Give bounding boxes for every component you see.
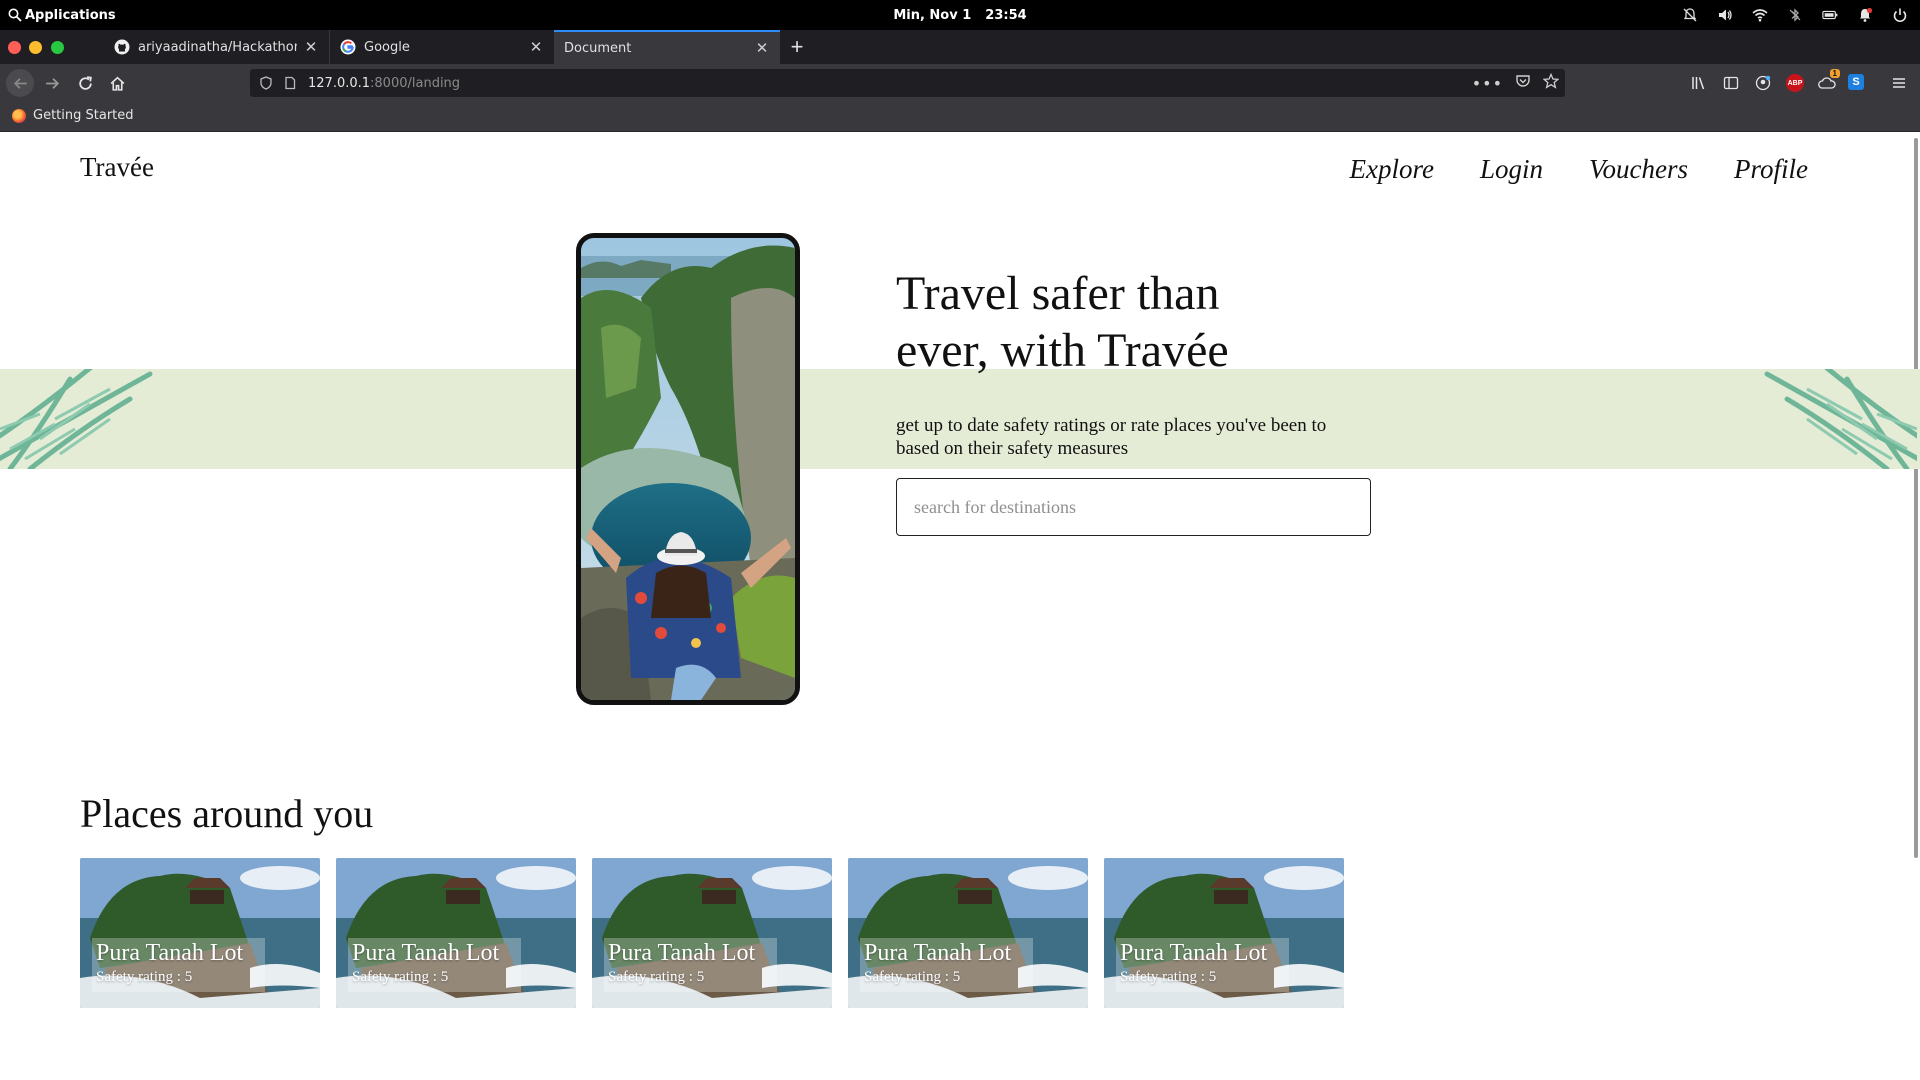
page-scrollbar[interactable] [1914, 138, 1918, 858]
bookmark-label: Getting Started [33, 108, 134, 123]
github-icon [114, 39, 130, 55]
arrow-left-icon [13, 77, 27, 89]
place-card[interactable]: Pura Tanah Lot Safety rating : 5 [848, 858, 1088, 1008]
library-icon[interactable] [1690, 74, 1708, 92]
address-bar[interactable]: 127.0.0.1:8000/landing ••• [250, 69, 1565, 97]
notifications-off-icon[interactable] [1680, 5, 1700, 25]
wifi-icon[interactable] [1750, 5, 1770, 25]
url-path: :8000/landing [370, 75, 461, 91]
palm-leaf-right-decoration [1762, 369, 1917, 469]
os-top-bar: Applications Min, Nov 1 23:54 [0, 0, 1920, 30]
bookmark-star-icon[interactable] [1542, 72, 1560, 93]
reload-button[interactable] [71, 69, 99, 97]
tab-google[interactable]: Google ✕ [330, 30, 554, 64]
notification-bell-icon[interactable] [1855, 5, 1875, 25]
extension-badge: 1 [1829, 69, 1840, 78]
battery-icon[interactable] [1820, 5, 1840, 25]
page-actions-icon[interactable]: ••• [1472, 74, 1503, 93]
browser-nav-bar: 127.0.0.1:8000/landing ••• ABP 1 S [0, 64, 1920, 102]
browser-tab-strip: ariyaadinatha/Hackathon-Apps ✕ Google ✕ … [0, 30, 1920, 64]
place-safety-rating: Safety rating : 5 [608, 969, 705, 985]
arrow-right-icon [45, 77, 59, 89]
nav-vouchers-link[interactable]: Vouchers [1589, 154, 1688, 185]
home-icon [110, 76, 124, 91]
volume-icon[interactable] [1715, 5, 1735, 25]
web-page: Travée Explore Login Vouchers Profile Tr… [0, 132, 1920, 1080]
place-safety-rating: Safety rating : 5 [96, 969, 193, 985]
account-extension-icon[interactable] [1754, 74, 1772, 92]
bluetooth-off-icon[interactable] [1785, 5, 1805, 25]
nav-explore-link[interactable]: Explore [1350, 154, 1434, 185]
places-list: Pura Tanah Lot Safety rating : 5 Pura Ta… [80, 858, 1344, 1008]
close-tab-icon[interactable]: ✕ [528, 38, 544, 56]
bookmark-getting-started[interactable]: Getting Started [12, 108, 134, 123]
window-minimize-button[interactable] [29, 41, 42, 54]
applications-menu[interactable]: Applications [8, 0, 116, 30]
hero-subtitle: get up to date safety ratings or rate pl… [896, 415, 1327, 459]
tab-title: ariyaadinatha/Hackathon-Apps [138, 39, 297, 55]
hero-title: Travel safer than ever, with Travée [896, 267, 1229, 377]
nav-profile-link[interactable]: Profile [1734, 154, 1808, 185]
place-card[interactable]: Pura Tanah Lot Safety rating : 5 [336, 858, 576, 1008]
back-button[interactable] [6, 69, 34, 97]
palm-leaf-left-decoration [0, 369, 155, 469]
hero-phone-image [576, 233, 800, 705]
place-safety-rating: Safety rating : 5 [1120, 969, 1217, 985]
new-tab-button[interactable]: + [786, 30, 808, 64]
page-info-icon[interactable] [282, 75, 298, 91]
clock: Min, Nov 1 23:54 [0, 0, 1920, 30]
nav-login-link[interactable]: Login [1480, 154, 1543, 185]
applications-label: Applications [25, 7, 116, 23]
tracking-protection-shield-icon[interactable] [258, 75, 274, 91]
place-name: Pura Tanah Lot [1120, 940, 1268, 966]
clock-time: 23:54 [985, 7, 1027, 23]
pocket-icon[interactable] [1515, 73, 1531, 93]
google-icon [340, 39, 356, 55]
hamburger-menu-icon[interactable] [1890, 74, 1908, 92]
search-icon [8, 8, 22, 22]
forward-button[interactable] [38, 69, 66, 97]
place-card[interactable]: Pura Tanah Lot Safety rating : 5 [80, 858, 320, 1008]
tab-title: Document [564, 40, 632, 56]
place-card[interactable]: Pura Tanah Lot Safety rating : 5 [592, 858, 832, 1008]
system-tray [1680, 0, 1910, 30]
reload-icon [78, 75, 92, 90]
site-logo[interactable]: Travée [80, 152, 154, 183]
tab-github[interactable]: ariyaadinatha/Hackathon-Apps ✕ [104, 30, 330, 64]
place-name: Pura Tanah Lot [352, 940, 500, 966]
window-maximize-button[interactable] [51, 41, 64, 54]
place-name: Pura Tanah Lot [608, 940, 756, 966]
place-safety-rating: Safety rating : 5 [352, 969, 449, 985]
place-safety-rating: Safety rating : 5 [864, 969, 961, 985]
plus-icon: + [790, 34, 804, 59]
place-name: Pura Tanah Lot [864, 940, 1012, 966]
firefox-icon [12, 108, 26, 123]
place-name: Pura Tanah Lot [96, 940, 244, 966]
window-close-button[interactable] [8, 41, 21, 54]
tab-document[interactable]: Document ✕ [554, 30, 780, 64]
site-nav: Explore Login Vouchers Profile [1350, 154, 1808, 185]
destination-search-input[interactable] [896, 478, 1371, 536]
place-card[interactable]: Pura Tanah Lot Safety rating : 5 [1104, 858, 1344, 1008]
places-section-title: Places around you [80, 791, 374, 836]
sidebar-icon[interactable] [1722, 74, 1740, 92]
adblock-plus-icon[interactable]: ABP [1786, 74, 1804, 92]
clock-date: Min, Nov 1 [893, 7, 972, 23]
cloud-extension-icon[interactable]: 1 [1818, 69, 1840, 92]
tab-title: Google [364, 39, 410, 55]
close-tab-icon[interactable]: ✕ [303, 38, 319, 56]
s-extension-icon[interactable]: S [1848, 74, 1864, 90]
url-host: 127.0.0.1 [308, 75, 371, 91]
close-tab-icon[interactable]: ✕ [754, 39, 770, 57]
home-button[interactable] [103, 69, 131, 97]
power-icon[interactable] [1890, 5, 1910, 25]
bookmarks-toolbar: Getting Started [0, 102, 1920, 132]
